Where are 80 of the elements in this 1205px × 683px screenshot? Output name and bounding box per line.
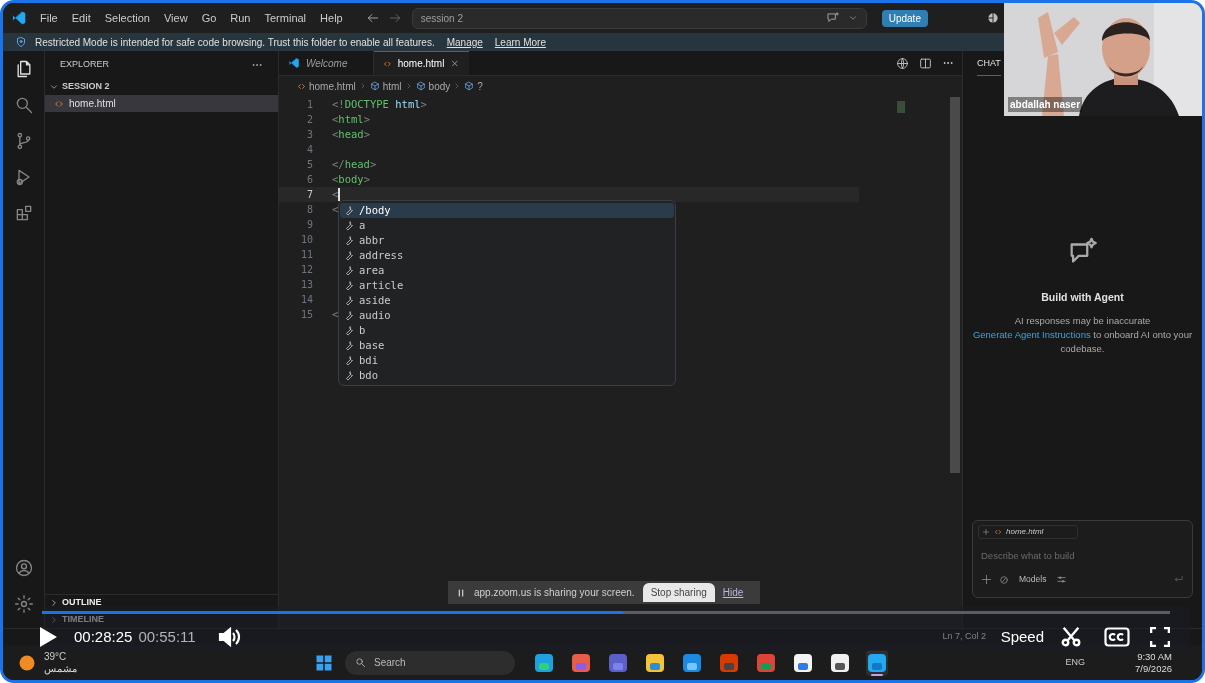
- tree-item[interactable]: home.html: [45, 95, 278, 112]
- code-line: <: [332, 306, 339, 322]
- menu-item[interactable]: Help: [313, 9, 350, 27]
- chat-input-field[interactable]: Describe what to build: [978, 549, 1187, 564]
- clock[interactable]: 9:30 AM 7/9/2026: [1135, 650, 1172, 675]
- code-line: <html>: [332, 111, 370, 127]
- section-header[interactable]: TIMELINE: [62, 613, 104, 627]
- banner-message: Restricted Mode is intended for safe code browsing. Trust this folder to enable all features.: [35, 35, 435, 50]
- suggestion-item[interactable]: audio: [340, 308, 674, 323]
- suggestion-item[interactable]: /body: [340, 203, 674, 218]
- suggestion-item[interactable]: aside: [340, 293, 674, 308]
- chat-title: Build with Agent: [1041, 290, 1124, 305]
- folder-header[interactable]: SESSION 2: [45, 79, 278, 95]
- speed-button[interactable]: Speed: [1000, 626, 1044, 649]
- models-button[interactable]: Models: [1016, 573, 1050, 586]
- line-number: 14: [299, 293, 313, 307]
- line-number: 5: [305, 158, 313, 172]
- menu-item[interactable]: File: [33, 9, 65, 27]
- line-number: 4: [305, 143, 313, 157]
- suggestion-item[interactable]: address: [340, 248, 674, 263]
- taskbar-search-field[interactable]: Search: [345, 650, 515, 675]
- line-number: 13: [299, 278, 313, 292]
- attachment-chip[interactable]: home.html: [978, 525, 1078, 539]
- code-line: <head>: [332, 126, 370, 142]
- menu-item[interactable]: Selection: [97, 9, 157, 27]
- breadcrumb-item[interactable]: ?: [464, 78, 483, 94]
- suggestion-item[interactable]: area: [340, 263, 674, 278]
- menu-item[interactable]: Terminal: [257, 9, 314, 27]
- current-time: 00:28:25: [74, 627, 133, 647]
- chat-input-box[interactable]: home.html Describe what to build Models: [972, 520, 1193, 598]
- code-line: </head>: [332, 156, 377, 172]
- line-number: 8: [305, 203, 313, 217]
- line-number: 7: [305, 188, 313, 202]
- sharing-message: app.zoom.us is sharing your screen.: [474, 586, 635, 600]
- suggestion-item[interactable]: abbr: [340, 233, 674, 248]
- weather-text[interactable]: مشمس: [44, 662, 77, 675]
- weather-temperature[interactable]: 39°C: [44, 650, 77, 663]
- cursor-position[interactable]: Ln 7, Col 2: [942, 630, 986, 644]
- line-number: 1: [305, 98, 313, 112]
- code-line: <body>: [332, 171, 370, 187]
- breadcrumb-item[interactable]: body: [415, 78, 451, 94]
- line-number: 3: [305, 128, 313, 142]
- breadcrumb-item[interactable]: html: [369, 78, 402, 94]
- suggestion-item[interactable]: b: [340, 323, 674, 338]
- menu-item[interactable]: Edit: [64, 9, 98, 27]
- line-number: 6: [305, 173, 313, 187]
- suggestion-item[interactable]: a: [340, 218, 674, 233]
- stop-sharing-button[interactable]: Stop sharing: [642, 583, 715, 602]
- line-number: 2: [305, 113, 313, 127]
- participant-name: abdallah naser: [1008, 97, 1083, 112]
- panel-title: EXPLORER: [60, 58, 111, 72]
- command-center-field[interactable]: session 2: [411, 7, 867, 29]
- menu-item[interactable]: Go: [194, 9, 224, 27]
- menu-item[interactable]: View: [156, 9, 195, 27]
- banner-link[interactable]: Manage: [446, 34, 483, 50]
- suggestion-item[interactable]: bdi: [340, 353, 674, 368]
- chat-note: AI responses may be inaccurate: [1014, 313, 1151, 328]
- menu-item[interactable]: Run: [223, 9, 258, 27]
- update-button[interactable]: Update: [881, 9, 928, 27]
- chat-tab[interactable]: CHAT: [977, 56, 1001, 76]
- suggestion-item[interactable]: bdo: [340, 368, 674, 383]
- code-line: <: [332, 186, 339, 202]
- editor-tab[interactable]: home.html: [374, 51, 469, 75]
- line-number: 12: [299, 263, 313, 277]
- line-number: 15: [299, 308, 313, 322]
- section-header[interactable]: OUTLINE: [62, 596, 102, 610]
- code-line: <!DOCTYPE html>: [332, 96, 427, 112]
- instructions-link[interactable]: Generate Agent Instructions: [972, 329, 1091, 340]
- line-number: 11: [299, 248, 313, 262]
- hide-link[interactable]: Hide: [722, 585, 744, 600]
- suggestion-item[interactable]: article: [340, 278, 674, 293]
- breadcrumb-item[interactable]: home.html: [297, 78, 356, 94]
- chat-description: Generate Agent Instructions to onboard AI onto your codebase.: [972, 328, 1193, 356]
- code-line: <: [332, 201, 339, 217]
- line-number: 9: [305, 218, 313, 232]
- total-duration: 00:55:11: [138, 627, 196, 647]
- line-number: 10: [299, 233, 313, 247]
- banner-link[interactable]: Learn More: [494, 34, 546, 50]
- language-indicator[interactable]: ENG: [1065, 655, 1085, 670]
- suggestion-item[interactable]: base: [340, 338, 674, 353]
